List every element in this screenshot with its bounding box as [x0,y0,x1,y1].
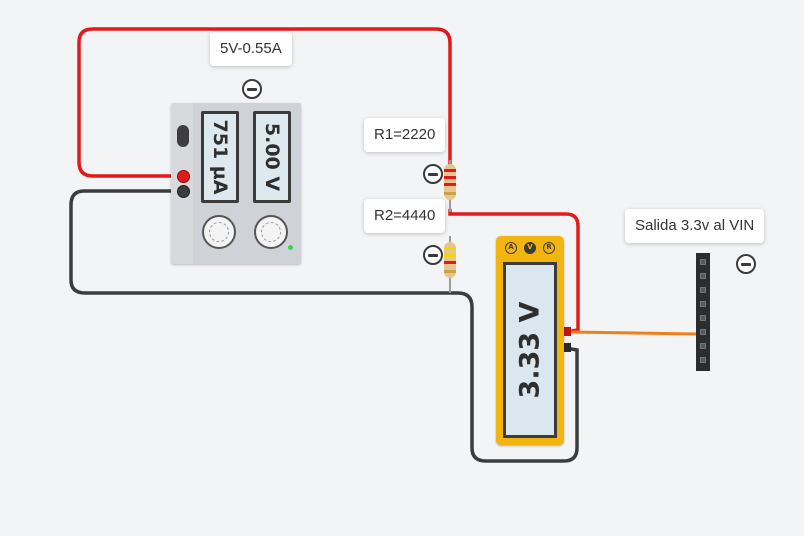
r1-band-4 [444,192,456,195]
current-display: 751 µA [201,111,239,203]
header-pin[interactable] [700,259,706,265]
header-pin[interactable] [700,273,706,279]
note-r1[interactable]: R1=2220 [364,118,446,152]
power-switch[interactable] [177,125,189,147]
meter-display: 3.33 V [503,262,557,438]
power-supply[interactable]: 751 µA 5.00 V [171,103,301,264]
voltage-readout: 5.00 V [261,122,283,192]
resistor-r2[interactable] [444,242,456,278]
collapse-note-icon[interactable] [423,245,443,265]
collapse-note-icon[interactable] [423,164,443,184]
pin-header[interactable] [696,253,710,371]
note-output[interactable]: Salida 3.3v al VIN [625,209,765,243]
r1-band-2 [444,176,456,179]
power-led-icon [288,245,293,250]
resistor-r1[interactable] [444,164,456,200]
voltage-display: 5.00 V [253,111,291,203]
header-pin[interactable] [700,287,706,293]
header-pin[interactable] [700,315,706,321]
meter-readout: 3.33 V [514,301,546,399]
note-power-supply[interactable]: 5V-0.55A [210,32,292,66]
psu-panel: 751 µA 5.00 V [193,103,301,264]
circuit-wires [69,27,698,463]
mode-r-button[interactable]: R [543,242,555,254]
collapse-note-icon[interactable] [242,79,262,99]
current-readout: 751 µA [209,119,231,195]
multimeter[interactable]: A V R 3.33 V [496,236,564,445]
wire-orange-output[interactable] [568,330,698,336]
r1-band-1 [444,169,456,172]
mode-v-button[interactable]: V [524,242,536,254]
r2-band-4 [444,270,456,273]
r2-band-2 [444,254,456,257]
header-pin[interactable] [700,343,706,349]
header-pin[interactable] [700,329,706,335]
r1-band-3 [444,183,456,186]
meter-probe-black[interactable] [563,343,571,352]
collapse-note-icon[interactable] [736,254,756,274]
mode-a-button[interactable]: A [505,242,517,254]
meter-probe-red[interactable] [563,327,571,336]
r2-band-3 [444,261,456,264]
r2-band-1 [444,247,456,250]
psu-positive-terminal[interactable] [177,170,190,183]
voltage-knob[interactable] [254,215,288,249]
psu-negative-terminal[interactable] [177,185,190,198]
header-pin[interactable] [700,357,706,363]
note-r2[interactable]: R2=4440 [364,199,446,233]
current-knob[interactable] [202,215,236,249]
header-pin[interactable] [700,301,706,307]
